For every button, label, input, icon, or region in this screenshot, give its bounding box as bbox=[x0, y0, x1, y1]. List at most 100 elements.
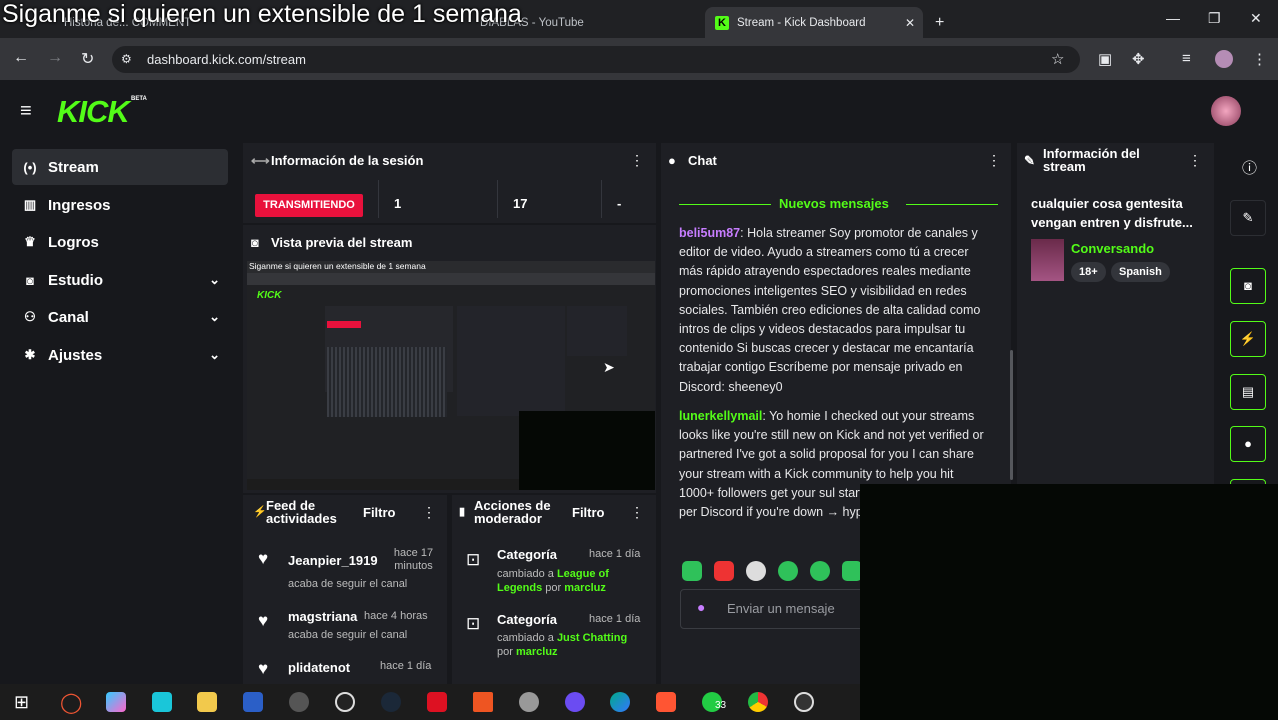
chrome-icon[interactable] bbox=[748, 692, 768, 712]
sidebar-item-label: Ingresos bbox=[48, 196, 111, 214]
restore-icon[interactable]: ❐ bbox=[1208, 10, 1221, 27]
puzzle-icon[interactable]: ✥ bbox=[1132, 50, 1145, 68]
chat-input[interactable]: ● Enviar un mensaje bbox=[680, 589, 870, 629]
whatsapp-badge: 33 bbox=[715, 700, 727, 711]
window-close-icon[interactable]: ✕ bbox=[1250, 10, 1262, 27]
profile-avatar[interactable] bbox=[1215, 50, 1233, 68]
tag-badge[interactable]: 18+ bbox=[1071, 262, 1106, 282]
bookmark-star-icon[interactable]: ☆ bbox=[1051, 50, 1064, 68]
reload-icon[interactable]: ↻ bbox=[81, 49, 94, 69]
tag-badge[interactable]: Spanish bbox=[1111, 262, 1170, 282]
sidebar-item-logros[interactable]: ♛ Logros bbox=[12, 224, 228, 260]
opera-icon[interactable]: ◯ bbox=[60, 690, 82, 715]
capcut-icon[interactable] bbox=[152, 692, 172, 712]
copilot-icon[interactable] bbox=[106, 692, 126, 712]
brave-icon[interactable] bbox=[656, 692, 676, 712]
camera-icon[interactable]: ◙ bbox=[1230, 268, 1266, 304]
chat-username[interactable]: lunerkellymail bbox=[679, 409, 762, 423]
kebab-menu-icon[interactable]: ⋮ bbox=[630, 152, 644, 169]
feed-title: Feed de actividades bbox=[266, 498, 337, 526]
mod-action-value[interactable]: Just Chatting bbox=[557, 632, 627, 644]
heart-icon: ♥ bbox=[258, 659, 269, 678]
word-icon[interactable] bbox=[243, 692, 263, 712]
info-icon[interactable]: ⓘ bbox=[1242, 157, 1257, 178]
sidebar-item-ingresos[interactable]: ▥ Ingresos bbox=[12, 187, 228, 223]
category-icon: ⊡ bbox=[466, 550, 481, 569]
webcam-overlay bbox=[860, 484, 1278, 720]
feed-filter-button[interactable]: Filtro bbox=[363, 505, 396, 520]
file-explorer-icon[interactable] bbox=[197, 692, 217, 712]
sidebar-item-ajustes[interactable]: ✱ Ajustes ⌄ bbox=[12, 337, 228, 373]
edge-icon[interactable] bbox=[610, 692, 630, 712]
mod-action-desc: cambiado a Just Chatting por marcluz bbox=[497, 632, 628, 658]
emote-icon[interactable] bbox=[714, 561, 734, 581]
tab-kick-dashboard[interactable]: K Stream - Kick Dashboard ✕ bbox=[705, 7, 923, 38]
preview-caption: Siganme si quieren un extensible de 1 se… bbox=[249, 261, 426, 271]
kebab-menu-icon[interactable]: ⋮ bbox=[422, 504, 436, 521]
kick-logo[interactable]: KICK bbox=[57, 94, 130, 130]
app-icon[interactable] bbox=[335, 692, 355, 712]
back-icon[interactable]: ← bbox=[13, 49, 29, 67]
emote-icon[interactable] bbox=[778, 561, 798, 581]
obs-icon[interactable] bbox=[794, 692, 814, 712]
app-icon[interactable] bbox=[519, 692, 539, 712]
media-control-icon[interactable]: ≡ bbox=[1182, 50, 1191, 67]
gear-icon: ✱ bbox=[24, 347, 36, 362]
mic-icon: ● bbox=[697, 599, 706, 615]
chat-text: : Hola streamer Soy promotor de canales … bbox=[679, 226, 981, 394]
new-messages-label: Nuevos mensajes bbox=[779, 196, 889, 211]
document-icon[interactable]: ▤ bbox=[1230, 374, 1266, 410]
chevron-down-icon: ⌄ bbox=[209, 309, 220, 324]
sidebar-item-stream[interactable]: (•) Stream bbox=[12, 149, 228, 185]
live-status-badge: TRANSMITIENDO bbox=[255, 194, 363, 217]
site-info-icon[interactable]: ⚙ bbox=[121, 52, 132, 66]
emote-icon[interactable] bbox=[682, 561, 702, 581]
extension-icon[interactable]: ▣ bbox=[1098, 50, 1112, 68]
emote-icon[interactable] bbox=[842, 561, 862, 581]
mod-action-desc: cambiado a League of Legends por marcluz bbox=[497, 568, 609, 594]
mod-action-user[interactable]: marcluz bbox=[516, 646, 558, 658]
forward-icon[interactable]: → bbox=[47, 49, 63, 67]
acrobat-icon[interactable] bbox=[427, 692, 447, 712]
emote-icon[interactable] bbox=[810, 561, 830, 581]
stream-title-text: cualquier cosa gentesita vengan entren y… bbox=[1031, 196, 1193, 230]
kebab-menu-icon[interactable]: ⋮ bbox=[987, 152, 1001, 169]
sidebar-item-label: Estudio bbox=[48, 271, 103, 289]
mod-action-user[interactable]: marcluz bbox=[564, 582, 606, 594]
user-avatar[interactable] bbox=[1211, 96, 1241, 126]
windows-start-icon[interactable]: ⊞ bbox=[14, 692, 29, 713]
browser-menu-icon[interactable]: ⋮ bbox=[1252, 50, 1267, 68]
stream-preview-video[interactable]: Siganme si quieren un extensible de 1 se… bbox=[247, 261, 655, 490]
close-tab-icon[interactable]: ✕ bbox=[905, 16, 915, 30]
sidebar-item-canal[interactable]: ⚇ Canal ⌄ bbox=[12, 299, 228, 335]
stream-info-title: Información del stream bbox=[1043, 146, 1140, 174]
app-icon[interactable] bbox=[289, 692, 309, 712]
followers-stat: 17 bbox=[513, 196, 528, 211]
new-tab-button[interactable]: + bbox=[925, 7, 955, 38]
chat-scrollbar[interactable] bbox=[1010, 350, 1013, 480]
feed-user[interactable]: Jeanpier_1919 bbox=[288, 553, 378, 568]
mod-action-time: hace 1 día bbox=[589, 613, 641, 625]
feed-user[interactable]: magstriana bbox=[288, 609, 357, 624]
mod-filter-button[interactable]: Filtro bbox=[572, 505, 605, 520]
chat-icon[interactable]: ● bbox=[1230, 426, 1266, 462]
sidebar-item-estudio[interactable]: ◙ Estudio ⌄ bbox=[12, 262, 228, 298]
stream-overlay-caption: Siganme si quieren un extensible de 1 se… bbox=[2, 0, 522, 28]
chat-username[interactable]: beli5um87 bbox=[679, 226, 740, 240]
kebab-menu-icon[interactable]: ⋮ bbox=[1188, 152, 1202, 169]
autocad-icon[interactable] bbox=[473, 692, 493, 712]
feed-user[interactable]: plidatenot bbox=[288, 660, 350, 675]
discord-icon[interactable] bbox=[565, 692, 585, 712]
emote-icon[interactable] bbox=[746, 561, 766, 581]
kebab-menu-icon[interactable]: ⋮ bbox=[630, 504, 644, 521]
edit-pencil-icon[interactable]: ✎ bbox=[1230, 200, 1266, 236]
steam-icon[interactable] bbox=[381, 692, 401, 712]
sidebar-item-label: Ajustes bbox=[48, 346, 103, 364]
trophy-icon: ♛ bbox=[24, 234, 36, 249]
category-thumbnail[interactable] bbox=[1031, 239, 1064, 281]
chat-message: beli5um87: Hola streamer Soy promotor de… bbox=[679, 224, 991, 397]
category-link[interactable]: Conversando bbox=[1071, 241, 1154, 256]
minimize-icon[interactable]: — bbox=[1166, 10, 1180, 26]
hamburger-menu-icon[interactable]: ≡ bbox=[20, 100, 32, 123]
lightning-icon[interactable]: ⚡ bbox=[1230, 321, 1266, 357]
